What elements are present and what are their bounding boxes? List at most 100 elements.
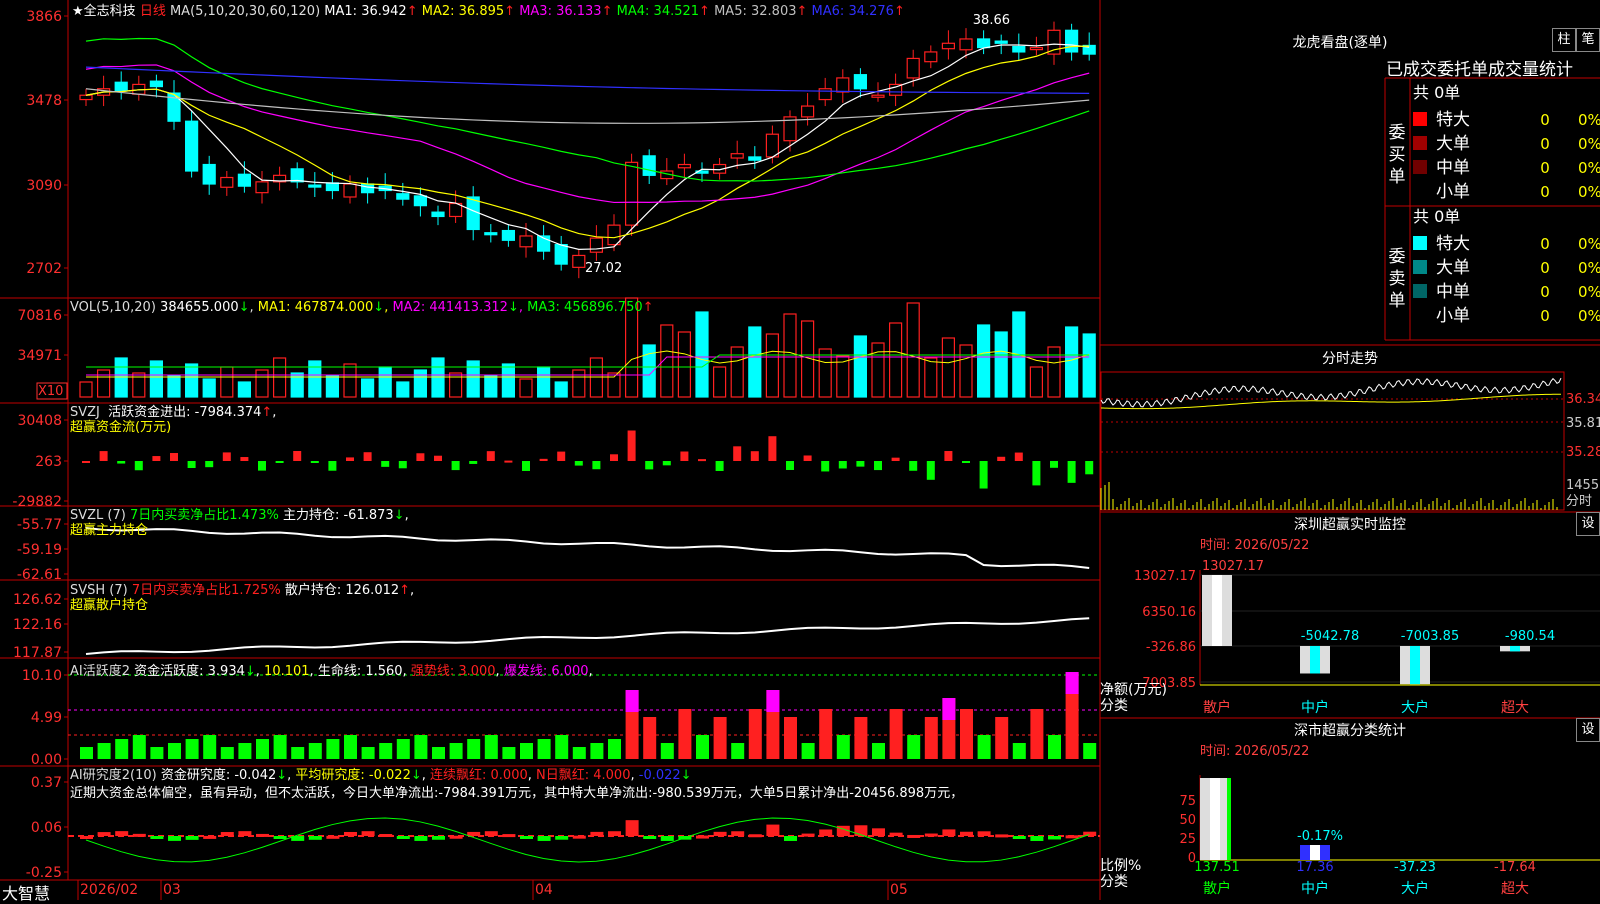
- bar-view-button[interactable]: 柱: [1552, 28, 1576, 52]
- fund-flow-bar: [592, 461, 601, 470]
- fund-flow-bar: [381, 461, 390, 467]
- activity-bar: [819, 709, 833, 759]
- ai2-y-label: 0.37: [31, 775, 62, 791]
- classify-y-label: 75: [1179, 794, 1196, 809]
- buy-row-pct: 0%: [1578, 111, 1600, 129]
- candle-body: [554, 244, 568, 265]
- monitor-category: 散户: [1203, 699, 1231, 716]
- classify-category: 散户: [1203, 880, 1231, 897]
- research-bar: [872, 828, 885, 836]
- research-bar: [766, 824, 780, 836]
- period-label: 日线: [139, 4, 166, 19]
- intraday-label: 分时: [1566, 494, 1592, 509]
- monitor-bar-highlight: [1310, 646, 1320, 674]
- volume-bar: [765, 333, 780, 398]
- classify-bar-value: 137.51: [1194, 860, 1240, 875]
- vol-unit-label: X10: [38, 384, 63, 399]
- research-bar: [203, 835, 217, 839]
- ai2-header: AI研究度2(10) 资金研究度: -0.042↓, 平均研究度: -0.022…: [70, 767, 1100, 803]
- candle-body: [730, 153, 744, 159]
- svsh-y-label: 122.16: [13, 617, 62, 633]
- candle-body: [941, 42, 956, 50]
- classify-settings-button[interactable]: 设: [1576, 718, 1600, 742]
- ma2-line: [85, 45, 1090, 239]
- monitor-ylabel: 净额(万元): [1100, 682, 1167, 698]
- monitor-y-label: -326.86: [1146, 640, 1196, 655]
- classify-bar-value: 17.36: [1296, 860, 1333, 875]
- candle-body: [431, 211, 445, 218]
- sell-row-count: 0: [1540, 235, 1550, 253]
- activity-bar: [238, 743, 252, 759]
- research-bar: [308, 836, 322, 840]
- sell-label: 单: [1389, 291, 1406, 311]
- candle-body: [413, 195, 427, 207]
- candle-body: [1012, 45, 1026, 53]
- buy-row-name: 小单: [1436, 182, 1470, 202]
- research-bar: [713, 831, 727, 836]
- candle-body: [994, 40, 1008, 44]
- stock-name: 全志科技: [83, 4, 136, 19]
- fund-flow-bar: [926, 461, 935, 480]
- activity-bar: [308, 743, 322, 759]
- retail-holding-line: [85, 617, 1090, 655]
- main-chart[interactable]: 3866 3478 3090 2702 70816 34971 X10 30408 263 -29…: [0, 0, 1600, 900]
- ai2-comment: 近期大资金总体偏空，虽有异动，但不太活跃，今日大单净流出:-7984.391万元…: [70, 786, 964, 801]
- volume-bar: [466, 360, 480, 398]
- activity-bar: [660, 743, 674, 759]
- intraday-y-label: 35.28: [1566, 445, 1600, 460]
- classify-bar-highlight: [1210, 778, 1220, 860]
- svzj-y-label: -29882: [12, 494, 62, 510]
- research-bar: [115, 831, 129, 836]
- activity-bar: [220, 747, 234, 759]
- volume-bar: [325, 375, 339, 398]
- activity-bar: [449, 743, 463, 759]
- sell-row-pct: 0%: [1578, 307, 1600, 325]
- candle-body: [220, 176, 234, 188]
- research-bar: [414, 836, 428, 841]
- fund-flow-bar: [240, 457, 249, 461]
- activity-bar: [432, 747, 445, 759]
- research-bar: [168, 836, 181, 841]
- sell-row-pct: 0%: [1578, 259, 1600, 277]
- fund-flow-bar: [962, 461, 970, 463]
- sell-color-swatch: [1413, 308, 1427, 322]
- fund-flow-bar: [610, 454, 618, 461]
- activity-bar: [326, 739, 340, 759]
- volume-bar: [1029, 366, 1044, 398]
- activity-bar: [1048, 735, 1061, 759]
- monitor-category: 超大: [1501, 700, 1529, 716]
- research-bar: [731, 831, 745, 836]
- research-bar: [1083, 831, 1097, 836]
- activity-peak: [1065, 672, 1079, 694]
- monitor-category: 中户: [1301, 699, 1329, 716]
- vol-y-label: 34971: [17, 348, 62, 364]
- volume-bar: [237, 381, 251, 398]
- activity-bar: [590, 743, 604, 759]
- fund-flow-bar: [1067, 461, 1076, 483]
- monitor-settings-button[interactable]: 设: [1576, 512, 1600, 536]
- fund-flow-bar: [557, 451, 566, 461]
- fund-flow-bar: [645, 461, 654, 470]
- research-bar: [256, 833, 269, 837]
- price-y-label: 2702: [26, 261, 62, 277]
- candle-body: [748, 156, 762, 161]
- research-bar: [1065, 835, 1079, 839]
- fund-flow-bar: [1050, 461, 1058, 468]
- research-bar: [132, 833, 146, 837]
- volume-bar: [185, 363, 199, 398]
- monitor-y-label: 13027.17: [1134, 569, 1196, 584]
- svzl-y-label: -55.77: [17, 517, 62, 533]
- research-bar: [238, 831, 252, 836]
- sell-row-name: 中单: [1436, 282, 1470, 302]
- price-y-label: 3866: [26, 9, 62, 25]
- svzl-y-label: -59.19: [17, 542, 62, 558]
- tick-view-button[interactable]: 笔: [1576, 28, 1600, 52]
- candle-body: [624, 161, 639, 226]
- activity-bar: [537, 739, 551, 759]
- star-icon: ★: [72, 4, 84, 19]
- classify-category: 大户: [1401, 880, 1429, 897]
- research-bar: [502, 834, 516, 838]
- volume-bar: [96, 369, 111, 398]
- candle-body: [149, 80, 163, 88]
- candle-body: [572, 254, 586, 268]
